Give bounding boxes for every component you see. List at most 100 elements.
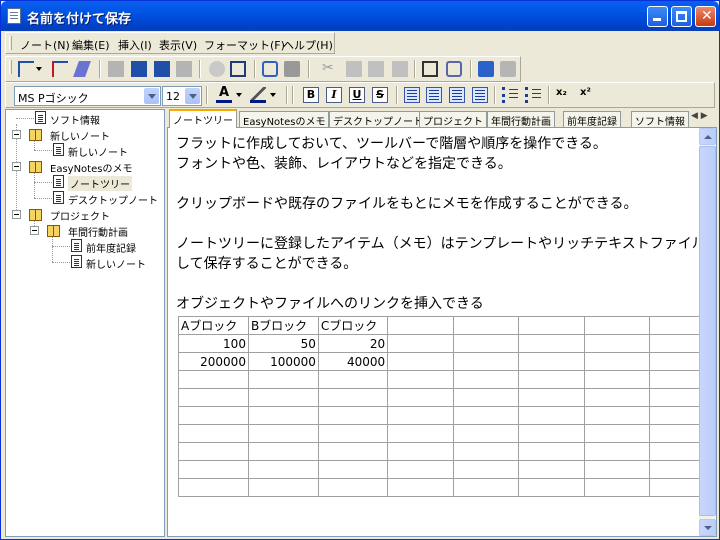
- table-cell[interactable]: [583, 352, 651, 371]
- move-up-icon[interactable]: [108, 61, 124, 77]
- table-cell[interactable]: [178, 460, 249, 479]
- tree-item[interactable]: 年間行動計画: [28, 222, 156, 239]
- tab-annual-plan[interactable]: 年間行動計画: [487, 111, 555, 128]
- table-cell[interactable]: Aブロック: [178, 316, 249, 335]
- table-cell[interactable]: [452, 352, 520, 371]
- table-cell[interactable]: 100000: [247, 352, 319, 371]
- table-cell[interactable]: [387, 442, 454, 461]
- font-family-select[interactable]: MS Pゴシック: [14, 86, 161, 106]
- table-cell[interactable]: [317, 460, 389, 479]
- chevron-down-icon[interactable]: [185, 88, 200, 104]
- table-cell[interactable]: [452, 334, 520, 353]
- print-preview-icon[interactable]: [262, 61, 278, 77]
- minimize-button[interactable]: [647, 6, 668, 27]
- table-cell[interactable]: [178, 406, 249, 425]
- table-cell[interactable]: Bブロック: [247, 316, 319, 335]
- table-cell[interactable]: 100: [178, 334, 249, 353]
- table-cell[interactable]: [387, 334, 454, 353]
- menu-note[interactable]: ノート(N): [20, 37, 70, 53]
- close-button[interactable]: ✕: [695, 6, 716, 27]
- table-cell[interactable]: [452, 460, 520, 479]
- italic-button[interactable]: I: [326, 87, 342, 103]
- chevron-down-icon[interactable]: [144, 88, 159, 104]
- scroll-thumb[interactable]: [699, 146, 716, 516]
- table-cell[interactable]: [518, 460, 585, 479]
- scroll-up-button[interactable]: [699, 128, 716, 145]
- table-cell[interactable]: [387, 370, 454, 389]
- new-child-note-icon[interactable]: [52, 61, 68, 77]
- paste-icon[interactable]: [368, 61, 384, 77]
- vertical-scrollbar[interactable]: [699, 128, 716, 536]
- table-cell[interactable]: [518, 478, 585, 497]
- tree-item[interactable]: EasyNotesのメモ: [10, 158, 156, 175]
- table-cell[interactable]: [518, 406, 585, 425]
- open-link-icon[interactable]: [422, 61, 438, 77]
- link-icon[interactable]: [209, 61, 225, 77]
- print-icon[interactable]: [284, 61, 300, 77]
- note-editor[interactable]: フラットに作成しておいて、ツールバーで階層や順序を操作できる。 フォントや色、装…: [167, 127, 717, 537]
- table-cell[interactable]: [452, 388, 520, 407]
- table-cell[interactable]: [247, 442, 319, 461]
- arrow-right-icon[interactable]: ▶: [701, 111, 708, 121]
- move-left-icon[interactable]: [154, 61, 170, 77]
- table-cell[interactable]: [387, 424, 454, 443]
- undo-icon[interactable]: [478, 61, 494, 77]
- dropdown-arrow-icon[interactable]: [236, 87, 244, 103]
- paste-special-icon[interactable]: [392, 61, 408, 77]
- table-cell[interactable]: [317, 388, 389, 407]
- cut-icon[interactable]: ✂: [322, 61, 338, 77]
- table-cell[interactable]: [387, 388, 454, 407]
- table-cell[interactable]: [518, 370, 585, 389]
- table-cell[interactable]: [247, 406, 319, 425]
- justify-icon[interactable]: [472, 87, 488, 103]
- table-cell[interactable]: [452, 442, 520, 461]
- rename-icon[interactable]: [73, 61, 91, 77]
- numbered-list-icon[interactable]: [502, 87, 518, 103]
- superscript-button[interactable]: x²: [580, 87, 596, 103]
- table-cell[interactable]: [317, 478, 389, 497]
- collapse-icon[interactable]: [12, 162, 21, 171]
- table-cell[interactable]: [317, 370, 389, 389]
- table-cell[interactable]: 40000: [317, 352, 389, 371]
- table-cell[interactable]: [247, 388, 319, 407]
- tree-item[interactable]: 前年度記録: [52, 238, 156, 255]
- tab-easynotes-memo[interactable]: EasyNotesのメモ: [239, 111, 330, 128]
- table-cell[interactable]: [583, 460, 651, 479]
- maximize-button[interactable]: [671, 6, 692, 27]
- move-right-icon[interactable]: [176, 61, 192, 77]
- menu-help[interactable]: ヘルプ(H): [283, 37, 333, 53]
- table-cell[interactable]: Cブロック: [317, 316, 389, 335]
- new-note-icon[interactable]: [18, 61, 34, 77]
- table-cell[interactable]: [317, 424, 389, 443]
- underline-button[interactable]: U: [349, 87, 365, 103]
- table-cell[interactable]: [452, 316, 520, 335]
- collapse-icon[interactable]: [30, 226, 39, 235]
- menu-view[interactable]: 表示(V): [159, 37, 197, 53]
- tab-desktop-note[interactable]: デスクトップノート: [329, 111, 427, 128]
- note-tree[interactable]: ソフト情報 新しいノート 新しいノート EasyNotesのメモ ノートツリー …: [5, 109, 165, 537]
- redo-icon[interactable]: [500, 61, 516, 77]
- dropdown-arrow-icon[interactable]: [270, 87, 278, 103]
- table-cell[interactable]: [583, 406, 651, 425]
- table-cell[interactable]: 50: [247, 334, 319, 353]
- tab-software-info[interactable]: ソフト情報: [631, 111, 689, 128]
- tree-item[interactable]: ソフト情報: [16, 110, 156, 127]
- table-cell[interactable]: [247, 460, 319, 479]
- table-cell[interactable]: [583, 316, 651, 335]
- table-cell[interactable]: [583, 442, 651, 461]
- data-table[interactable]: Aブロック Bブロック Cブロック 100 50 20 200000 100000 40000: [178, 316, 716, 497]
- title-bar[interactable]: 名前を付けて保存 ✕: [1, 1, 719, 31]
- table-cell[interactable]: [518, 334, 585, 353]
- table-cell[interactable]: [178, 478, 249, 497]
- table-cell[interactable]: [518, 316, 585, 335]
- strikethrough-button[interactable]: S: [372, 87, 388, 103]
- dropdown-arrow-icon[interactable]: [36, 61, 44, 77]
- table-cell[interactable]: [518, 424, 585, 443]
- arrow-left-icon[interactable]: ◀: [691, 111, 698, 121]
- bullet-list-icon[interactable]: [525, 87, 541, 103]
- subscript-button[interactable]: x₂: [556, 87, 572, 103]
- tab-project[interactable]: プロジェクト: [419, 111, 487, 128]
- table-cell[interactable]: [387, 478, 454, 497]
- toolbar-grip[interactable]: [9, 60, 12, 74]
- table-cell[interactable]: [247, 478, 319, 497]
